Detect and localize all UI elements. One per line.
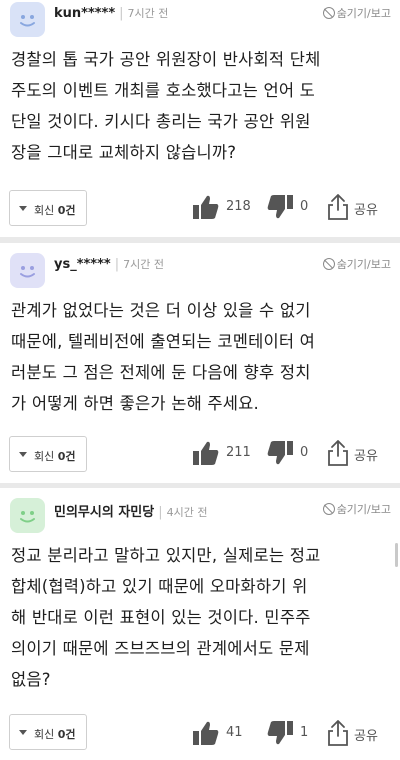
chevron-down-icon — [19, 206, 27, 211]
divider: | — [114, 257, 120, 272]
comment-line: 러분도 그 점은 전제에 둔 다음에 향후 정치 — [11, 363, 311, 382]
comment-body: 경찰의 톱 국가 공안 위원장이 반사회적 단체 주도의 이벤트 개최를 호소했… — [11, 44, 321, 168]
chevron-down-icon — [19, 452, 27, 457]
smile-icon — [20, 511, 35, 523]
comment-line: 단일 것이다. 키시다 총리는 국가 공안 위원 — [11, 112, 311, 131]
thumbs-down-icon[interactable] — [266, 440, 294, 466]
thumbs-down-icon[interactable] — [266, 720, 294, 746]
share-label[interactable]: 공유 — [354, 199, 378, 218]
smile-icon — [20, 15, 35, 27]
comment-line: 해 반대로 이런 표현이 있는 것이다. 민주주 — [11, 608, 311, 627]
thumbs-up-icon[interactable] — [192, 194, 220, 220]
comment-line: 장을 그대로 교체하지 않습니까? — [11, 143, 237, 162]
block-icon — [322, 503, 335, 515]
share-icon[interactable] — [326, 719, 350, 747]
comment-line: 합체(협력)하고 있기 때문에 오마화하기 위 — [11, 577, 308, 596]
divider: | — [119, 6, 124, 21]
share-label[interactable]: 공유 — [354, 445, 378, 464]
comment-card: kun***** | 7시간 전 숨기기/보고 경찰의 톱 국가 공안 위원장이 반… — [0, 0, 400, 237]
smile-icon — [20, 266, 35, 278]
block-icon — [322, 258, 335, 270]
thumbs-down-icon[interactable] — [266, 194, 294, 220]
reply-label-line: 회신 0건 — [34, 202, 76, 218]
reply-toggle-button[interactable]: 회신 0건 — [9, 190, 87, 226]
reply-toggle-button[interactable]: 회신 0건 — [9, 436, 87, 472]
comment-body: 정교 분리라고 말하고 있지만, 실제로는 정교 합체(협력)하고 있기 때문에… — [11, 540, 321, 695]
reply-label: 회신 — [34, 450, 55, 463]
hide-report-label: 숨기기/보고 — [336, 7, 391, 20]
avatar[interactable] — [10, 2, 45, 37]
comment-time: 4시간 전 — [166, 506, 208, 519]
hide-report-button[interactable]: 숨기기/보고 — [322, 256, 391, 272]
comment-line: 주도의 이벤트 개최를 호소했다고는 언어 도 — [11, 81, 316, 100]
comment-time: 7시간 전 — [123, 258, 164, 271]
author-name[interactable]: kun***** — [54, 6, 115, 21]
reply-toggle-button[interactable]: 회신 0건 — [9, 714, 87, 750]
comment-line: 가 어떻게 하면 좋은가 논해 주세요. — [11, 394, 259, 413]
comment-header: ys_***** | 7시간 전 숨기기/보고 — [0, 243, 400, 291]
hide-report-label: 숨기기/보고 — [336, 258, 391, 271]
comment-body: 관계가 없었다는 것은 더 이상 있을 수 없기 때문에, 텔레비전에 출연되는… — [11, 295, 315, 419]
like-count: 211 — [226, 445, 251, 460]
comment-line: 없음? — [11, 670, 51, 689]
comment-author-line: ys_***** | 7시간 전 — [54, 256, 164, 272]
share-icon[interactable] — [326, 193, 350, 221]
comment-card: 민의무시의 자민당 | 4시간 전 숨기기/보고 정교 분리라고 말하고 있지만, … — [0, 488, 400, 760]
comment-line: 정교 분리라고 말하고 있지만, 실제로는 정교 — [11, 546, 321, 565]
reply-count: 0건 — [57, 204, 76, 217]
chevron-down-icon — [19, 730, 27, 735]
dislike-count: 0 — [300, 445, 309, 460]
comment-line: 의이기 때문에 즈브즈브의 관계에서도 문제 — [11, 639, 310, 658]
thumbs-up-icon[interactable] — [192, 440, 220, 466]
comment-feed: kun***** | 7시간 전 숨기기/보고 경찰의 톱 국가 공안 위원장이 반… — [0, 0, 400, 760]
comment-author-line: kun***** | 7시간 전 — [54, 5, 168, 21]
like-count: 41 — [226, 725, 243, 740]
avatar[interactable] — [10, 253, 45, 288]
comment-line: 경찰의 톱 국가 공안 위원장이 반사회적 단체 — [11, 50, 321, 69]
share-icon[interactable] — [326, 439, 350, 467]
hide-report-button[interactable]: 숨기기/보고 — [322, 501, 391, 517]
author-name[interactable]: ys_***** — [54, 257, 111, 272]
reply-count: 0건 — [57, 450, 76, 463]
avatar[interactable] — [10, 498, 45, 533]
share-label[interactable]: 공유 — [354, 725, 378, 744]
dislike-count: 0 — [300, 199, 309, 214]
comment-header: kun***** | 7시간 전 숨기기/보고 — [0, 0, 400, 40]
reply-label-line: 회신 0건 — [34, 448, 76, 464]
comment-actions: 218 0 공유 — [180, 190, 400, 226]
comment-line: 관계가 없었다는 것은 더 이상 있을 수 없기 — [11, 301, 311, 320]
reply-label: 회신 — [34, 728, 55, 741]
comment-card: ys_***** | 7시간 전 숨기기/보고 관계가 없었다는 것은 더 이상 있… — [0, 243, 400, 483]
reply-count: 0건 — [57, 728, 76, 741]
comment-time: 7시간 전 — [127, 7, 169, 20]
comment-actions: 211 0 공유 — [180, 436, 400, 472]
comment-header: 민의무시의 자민당 | 4시간 전 숨기기/보고 — [0, 488, 400, 536]
scrollbar-thumb[interactable] — [395, 543, 398, 567]
hide-report-button[interactable]: 숨기기/보고 — [322, 5, 391, 21]
thumbs-up-icon[interactable] — [192, 720, 220, 746]
reply-label-line: 회신 0건 — [34, 726, 76, 742]
dislike-count: 1 — [300, 725, 309, 740]
block-icon — [322, 7, 335, 19]
comment-line: 때문에, 텔레비전에 출연되는 코멘테이터 여 — [11, 332, 316, 351]
comment-author-line: 민의무시의 자민당 | 4시간 전 — [54, 501, 207, 520]
divider: | — [158, 505, 163, 520]
reply-label: 회신 — [34, 204, 55, 217]
author-name[interactable]: 민의무시의 자민당 — [54, 505, 154, 520]
like-count: 218 — [226, 199, 251, 214]
hide-report-label: 숨기기/보고 — [336, 503, 391, 516]
comment-actions: 41 1 공유 — [180, 716, 400, 752]
